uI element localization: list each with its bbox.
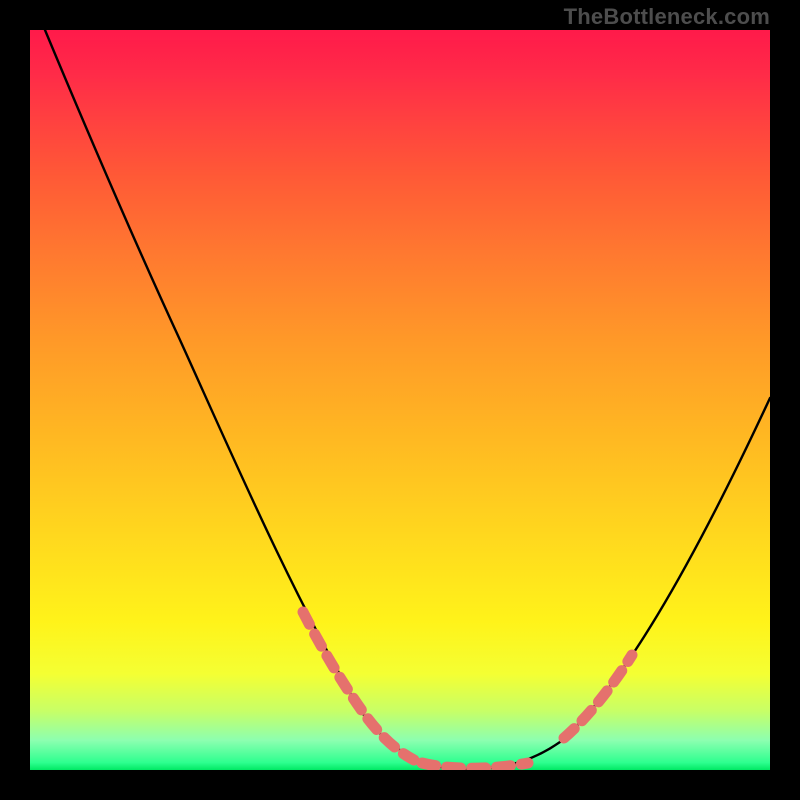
attribution-text: TheBottleneck.com (564, 4, 770, 30)
highlight-bottom-segment (422, 763, 528, 768)
bottleneck-curve-line (45, 30, 770, 769)
highlight-right-segment (564, 655, 632, 738)
chart-plot (30, 30, 770, 770)
highlight-left-segment (303, 612, 414, 760)
chart-frame: TheBottleneck.com (0, 0, 800, 800)
